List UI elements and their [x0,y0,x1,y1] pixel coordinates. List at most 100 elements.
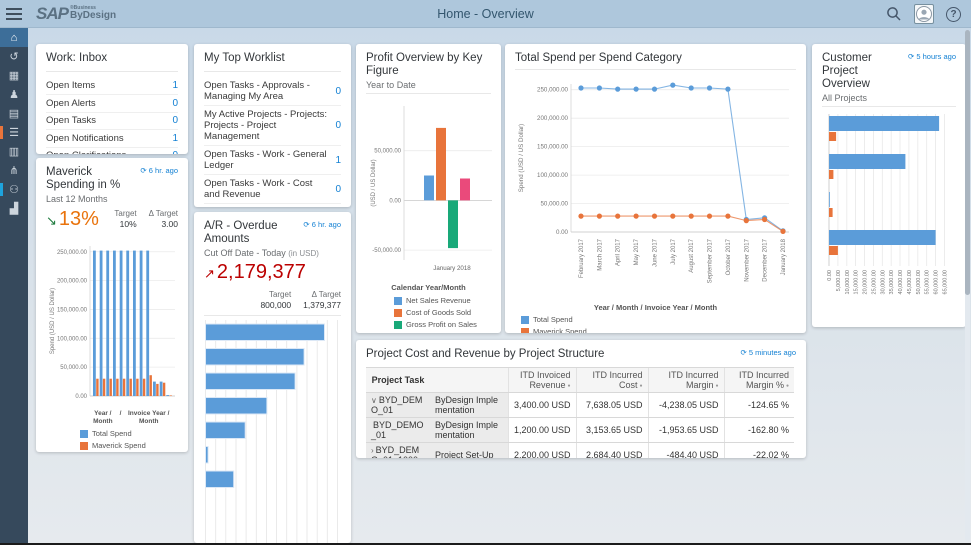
list-item-count[interactable]: 0 [335,86,341,97]
list-item[interactable]: Open Tasks - Work - Cost and Revenue 0 [204,174,341,203]
invoiced-revenue-cell: 1,200.00 USD [508,418,576,443]
svg-text:50,000.00: 50,000.00 [916,270,922,294]
list-item[interactable]: Open Notifications 1 [46,129,178,146]
top-worklist-tile[interactable]: My Top Worklist Open Tasks - Approvals -… [194,44,351,207]
svg-text:-50,000.00: -50,000.00 [372,248,401,254]
legend-item: Maverick Spend [80,441,178,450]
maverick-spending-tile[interactable]: Maverick Spending in % ⟳ 6 hr. ago Last … [36,158,188,452]
list-item-count[interactable]: 1 [335,155,341,166]
incurred-cost-cell: 3,153.65 USD [576,418,648,443]
sidebar-item-documents[interactable]: ▤ [0,104,28,123]
sidebar-item-company[interactable]: ▥ [0,142,28,161]
card-title: Work: Inbox [46,52,107,65]
list-item-count[interactable]: 0 [335,184,341,195]
project-description-cell: ByDesign Implementation [430,393,508,418]
column-header-description [430,368,508,393]
top-worklist-list: Open Tasks - Approvals - Managing My Are… [204,77,341,207]
business-partners-icon: ♟ [9,88,19,101]
sidebar-item-org-structures[interactable]: ⋔ [0,161,28,180]
help-icon[interactable]: ? [946,7,961,22]
list-item[interactable]: Open Items 1 [46,77,178,94]
column-header[interactable]: ITD Incurred Margin● [648,368,724,393]
list-item[interactable]: Open Tasks - Approvals - Managing My Are… [204,77,341,105]
profit-overview-bar-chart: 50,000.000.00-50,000.00(USD / US Dollar)… [366,98,491,281]
sidebar-item-business-partners[interactable]: ♟ [0,85,28,104]
ar-overdue-tile[interactable]: A/R - Overdue Amounts ⟳ 6 hr. ago Cut Of… [194,212,351,543]
incurred-margin-cell: -484.40 USD [648,443,724,459]
table-row[interactable]: BYD_DEMO_01ByDesign Implementation1,200.… [366,418,794,443]
customer-project-tile[interactable]: Customer Project Overview ⟳ 5 hours ago … [812,44,966,327]
project-task-cell: BYD_DEMO_01 [366,418,430,443]
expander-icon[interactable]: › [371,446,374,455]
project-cost-revenue-tile[interactable]: Project Cost and Revenue by Project Stru… [356,340,806,458]
refresh-icon: ⟳ [140,166,146,175]
user-avatar[interactable] [914,4,934,24]
sidebar-item-analytics[interactable]: ▟ [0,199,28,218]
list-item[interactable]: Open Clarifications 0 [46,147,178,154]
sidebar-item-people[interactable]: ⚇ [0,180,28,199]
kpi-value: ↗2,179,377 [204,261,341,285]
company-icon: ▥ [9,145,19,158]
list-item[interactable]: Active (Unlimited Validity) - Job Defini… [204,203,341,207]
vertical-scrollbar[interactable] [965,30,970,541]
refresh-timestamp[interactable]: ⟳ 5 minutes ago [740,348,796,357]
card-subtitle: All Projects [822,93,956,103]
sidebar-item-recent-history[interactable]: ↺ [0,47,28,66]
svg-text:60,000.00: 60,000.00 [934,270,940,294]
list-item-count[interactable]: 0 [172,115,178,126]
sidebar-item-home[interactable]: ⌂ [0,28,28,47]
list-item[interactable]: Open Tasks 0 [46,112,178,129]
sidebar-item-worklist[interactable]: ☰ [0,123,28,142]
recent-history-icon: ↺ [9,50,18,63]
column-header[interactable]: ITD Incurred Cost● [576,368,648,393]
card-title: Maverick Spending in % [46,166,136,192]
card-title: Project Cost and Revenue by Project Stru… [366,348,604,361]
invoiced-revenue-cell: 3,400.00 USD [508,393,576,418]
refresh-timestamp[interactable]: ⟳ 6 hr. ago [140,166,178,175]
list-item[interactable]: Open Tasks - Work - General Ledger 1 [204,145,341,174]
card-title: Customer Project Overview [822,52,904,91]
list-item[interactable]: Open Alerts 0 [46,94,178,111]
list-item-count[interactable]: 0 [172,98,178,109]
search-icon[interactable] [886,6,902,22]
list-item-label: Open Tasks - Approvals - Managing My Are… [204,80,335,102]
svg-text:0.00: 0.00 [827,270,833,281]
svg-text:0.00: 0.00 [556,229,569,236]
column-header[interactable]: ITD Invoiced Revenue● [508,368,576,393]
profit-overview-tile[interactable]: Profit Overview by Key Figure Year to Da… [356,44,501,333]
total-spend-line-chart: 0.0050,000.00100,000.00150,000.00200,000… [515,72,796,301]
svg-text:0.00: 0.00 [75,394,87,400]
refresh-timestamp[interactable]: ⟳ 5 hours ago [908,52,956,61]
scrollbar-thumb[interactable] [965,30,970,295]
maverick-spending-bar-chart: 0.0050,000.00100,000.00150,000.00200,000… [46,232,178,410]
list-item-count[interactable]: 1 [172,133,178,144]
table-row[interactable]: ∨BYD_DEMO_01ByDesign Implementation3,400… [366,393,794,418]
svg-text:200,000.00: 200,000.00 [537,115,569,122]
list-item-label: My Active Projects - Projects: Projects … [204,109,335,142]
status-indicator [0,183,3,196]
work-inbox-tile[interactable]: Work: Inbox Open Items 1Open Alerts 0Ope… [36,44,188,154]
kpi-value: ↘13% [46,208,99,232]
table-row[interactable]: ›BYD_DEMO_01_1000Project Set-Up2,200.00 … [366,443,794,459]
svg-text:May 2017: May 2017 [634,238,640,265]
expander-icon[interactable]: ∨ [371,396,377,405]
total-spend-tile[interactable]: Total Spend per Spend Category 0.0050,00… [505,44,806,333]
svg-text:July 2017: July 2017 [671,238,677,264]
svg-text:January 2018: January 2018 [781,238,787,275]
list-item[interactable]: My Active Projects - Projects: Projects … [204,105,341,145]
card-subtitle: Cut Off Date - Today (in USD) [204,248,341,258]
svg-text:September 2017: September 2017 [708,238,714,283]
svg-text:10,000.00: 10,000.00 [845,270,851,294]
refresh-timestamp[interactable]: ⟳ 6 hr. ago [303,220,341,229]
column-header-project-task: Project Task [366,368,430,393]
sidebar-item-business-modules[interactable]: ▦ [0,66,28,85]
list-item-count[interactable]: 0 [335,120,341,131]
list-item-count[interactable]: 1 [172,80,178,91]
column-header[interactable]: ITD Incurred Margin %● [724,368,794,393]
refresh-icon: ⟳ [740,348,746,357]
list-item-count[interactable]: 0 [172,150,178,154]
list-item-label: Open Alerts [46,98,172,109]
svg-text:50,000.00: 50,000.00 [374,149,401,155]
status-indicator [0,126,3,139]
svg-text:50,000.00: 50,000.00 [60,365,87,371]
